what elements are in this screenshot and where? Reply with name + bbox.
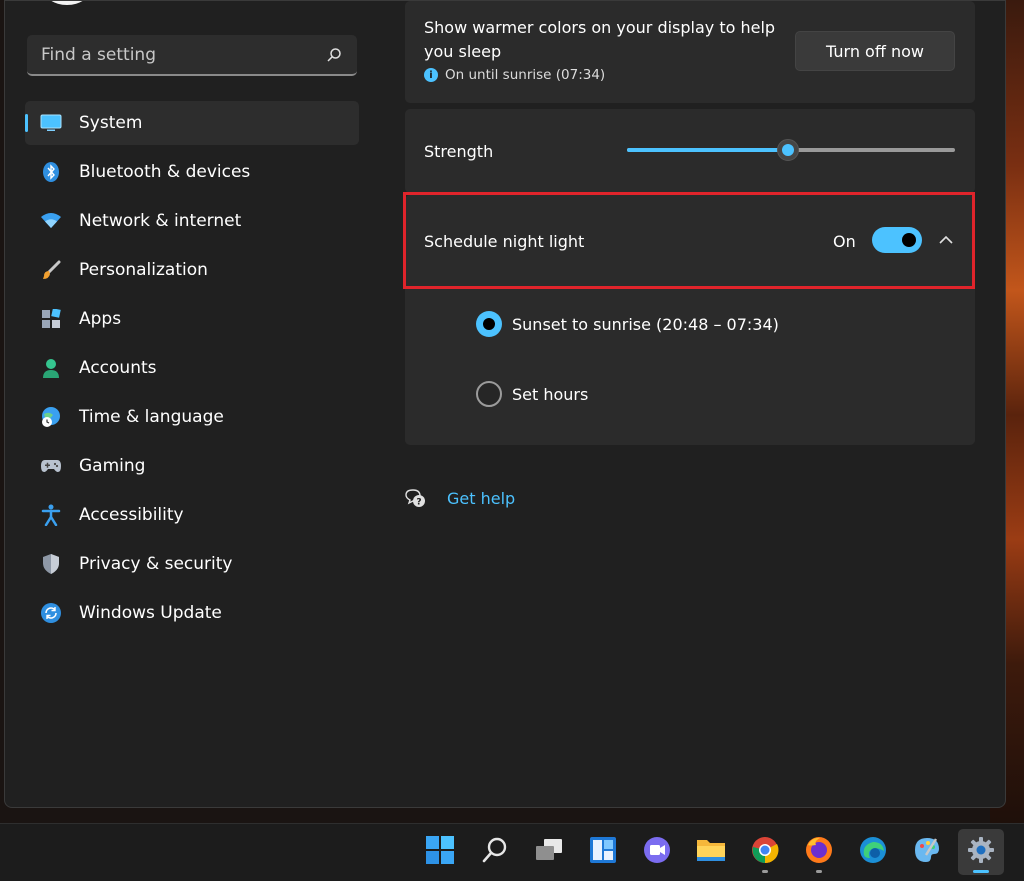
sidebar-item-gaming[interactable]: Gaming: [25, 444, 359, 488]
sidebar-item-personalization[interactable]: Personalization: [25, 248, 359, 292]
slider-thumb[interactable]: [776, 139, 799, 161]
sidebar-item-system[interactable]: System: [25, 101, 359, 145]
sidebar-item-accessibility[interactable]: Accessibility: [25, 493, 359, 537]
person-icon: [39, 356, 63, 380]
monitor-icon: [39, 111, 63, 135]
taskbar-firefox-button[interactable]: [796, 829, 842, 875]
globe-clock-icon: [39, 405, 63, 429]
start-icon: [425, 835, 455, 869]
sidebar-item-label: Bluetooth & devices: [79, 162, 251, 182]
radio-button-unchecked[interactable]: [476, 381, 502, 407]
svg-text:?: ?: [416, 498, 421, 508]
search-icon: [481, 836, 509, 868]
search-input[interactable]: [41, 44, 325, 65]
edge-icon: [858, 835, 888, 869]
running-indicator: [762, 870, 768, 873]
night-light-description: Show warmer colors on your display to he…: [424, 18, 776, 61]
taskbar-chrome-button[interactable]: [742, 829, 788, 875]
active-indicator: [973, 870, 989, 873]
widgets-icon: [589, 836, 617, 868]
sidebar-item-label: Privacy & security: [79, 554, 233, 574]
sidebar-nav: System Bluetooth & devices Network & int…: [25, 101, 359, 640]
taskbar-edge-button[interactable]: [850, 829, 896, 875]
settings-window: System Bluetooth & devices Network & int…: [4, 0, 1006, 808]
night-light-status-text: On until sunrise (07:34): [445, 67, 606, 83]
radio-label: Set hours: [512, 384, 589, 404]
sidebar-item-label: System: [79, 113, 143, 133]
sidebar-item-apps[interactable]: Apps: [25, 297, 359, 341]
task-view-icon: [534, 837, 564, 867]
sidebar-item-label: Windows Update: [79, 603, 222, 623]
sidebar-item-label: Accessibility: [79, 505, 184, 525]
taskbar-start-button[interactable]: [417, 829, 463, 875]
sidebar-item-label: Accounts: [79, 358, 157, 378]
sidebar-item-windows-update[interactable]: Windows Update: [25, 591, 359, 635]
get-help-link[interactable]: Get help: [447, 489, 515, 508]
chrome-icon: [750, 835, 780, 869]
taskbar-paint-button[interactable]: [904, 829, 950, 875]
sidebar-item-label: Time & language: [79, 407, 224, 427]
sidebar-item-label: Gaming: [79, 456, 146, 476]
wifi-icon: [39, 209, 63, 233]
strength-slider[interactable]: [627, 139, 955, 161]
slider-fill: [627, 148, 788, 152]
schedule-card: Schedule night light On Sunset to sunris…: [403, 192, 975, 445]
highlight-annotation: [403, 192, 975, 289]
taskbar: [0, 823, 1024, 881]
sidebar-item-label: Personalization: [79, 260, 208, 280]
night-light-card: Show warmer colors on your display to he…: [405, 1, 975, 103]
firefox-icon: [804, 835, 834, 869]
running-indicator: [816, 870, 822, 873]
paintbrush-icon: [39, 258, 63, 282]
update-icon: [39, 601, 63, 625]
file-explorer-icon: [695, 836, 727, 868]
sidebar-item-time-language[interactable]: Time & language: [25, 395, 359, 439]
sidebar-item-accounts[interactable]: Accounts: [25, 346, 359, 390]
turn-off-now-button[interactable]: Turn off now: [795, 31, 955, 71]
bluetooth-icon: [39, 160, 63, 184]
strength-card: Strength: [405, 109, 975, 193]
shield-icon: [39, 552, 63, 576]
sidebar-item-label: Network & internet: [79, 211, 242, 231]
taskbar-task-view-button[interactable]: [526, 829, 572, 875]
taskbar-search-button[interactable]: [472, 829, 518, 875]
strength-label: Strength: [424, 142, 494, 161]
night-light-status: i On until sunrise (07:34): [424, 67, 605, 83]
option-sunset-to-sunrise[interactable]: Sunset to sunrise (20:48 – 07:34): [476, 311, 779, 337]
help-chat-icon: ?: [405, 487, 427, 509]
radio-button-checked[interactable]: [476, 311, 502, 337]
sidebar-item-bluetooth[interactable]: Bluetooth & devices: [25, 150, 359, 194]
settings-icon: [967, 836, 995, 868]
info-icon: i: [424, 68, 438, 82]
sidebar-item-privacy[interactable]: Privacy & security: [25, 542, 359, 586]
paint-icon: [912, 835, 942, 869]
search-box[interactable]: [27, 35, 357, 76]
taskbar-widgets-button[interactable]: [580, 829, 626, 875]
avatar[interactable]: [43, 1, 91, 5]
radio-label: Sunset to sunrise (20:48 – 07:34): [512, 314, 779, 334]
option-set-hours[interactable]: Set hours: [476, 381, 588, 407]
taskbar-file-explorer-button[interactable]: [688, 829, 734, 875]
sidebar-item-label: Apps: [79, 309, 122, 329]
apps-grid-icon: [39, 307, 63, 331]
taskbar-settings-button[interactable]: [958, 829, 1004, 875]
accessibility-icon: [39, 503, 63, 527]
sidebar-item-network[interactable]: Network & internet: [25, 199, 359, 243]
get-help-row[interactable]: ? Get help: [405, 487, 515, 509]
search-icon[interactable]: [325, 46, 343, 64]
teams-chat-icon: [642, 835, 672, 869]
gamepad-icon: [39, 454, 63, 478]
taskbar-chat-button[interactable]: [634, 829, 680, 875]
